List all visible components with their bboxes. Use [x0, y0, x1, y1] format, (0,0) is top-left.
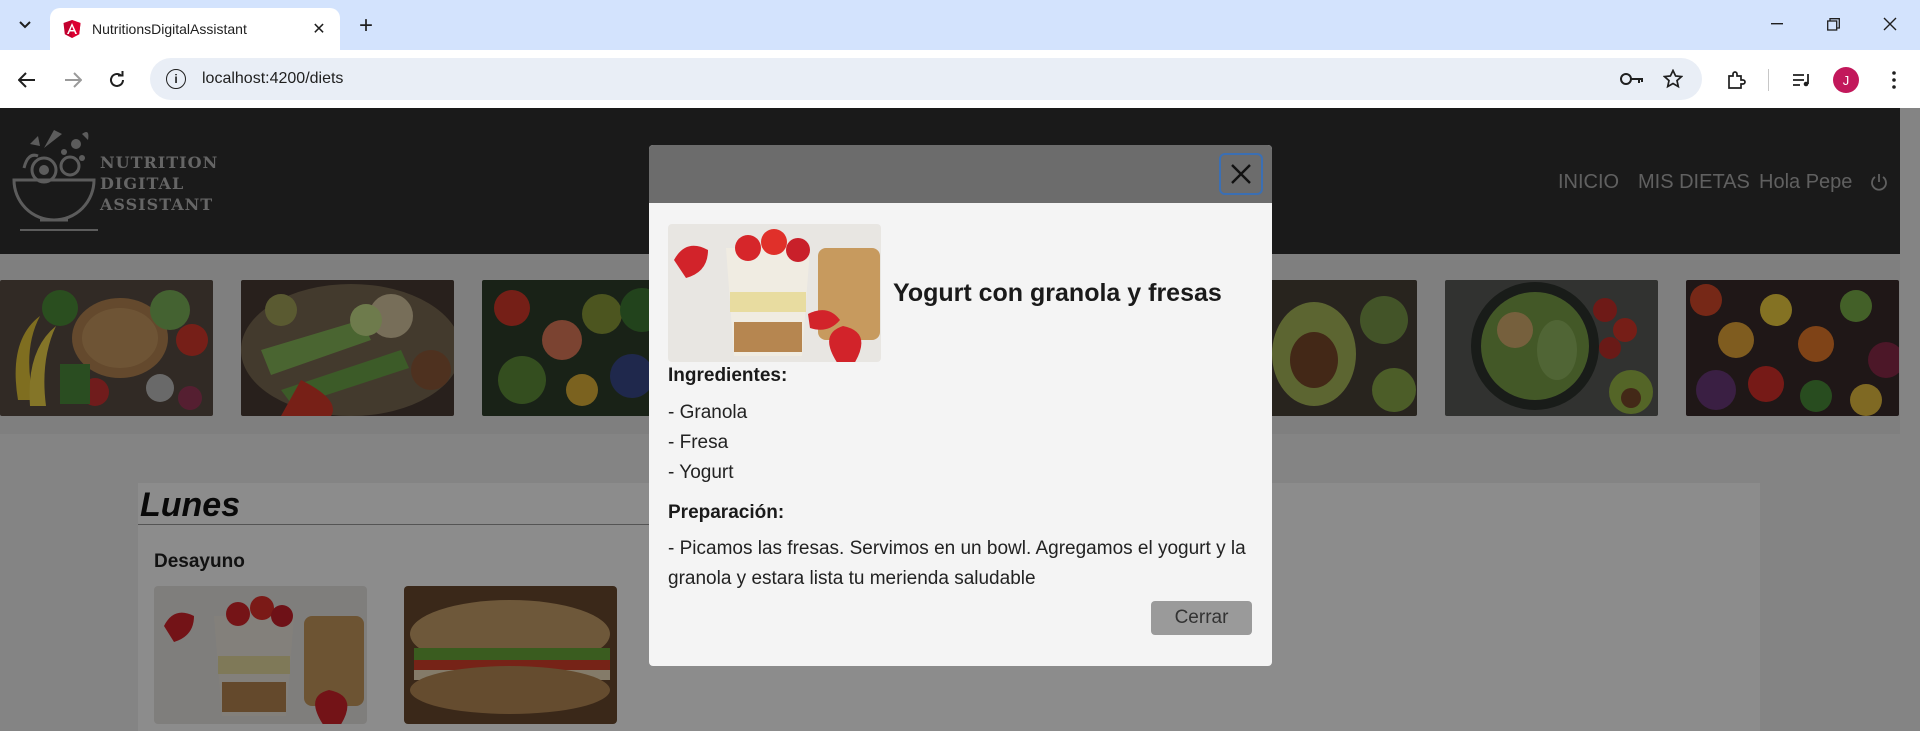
- modal-header: [649, 145, 1272, 203]
- recipe-title: Yogurt con granola y fresas: [893, 279, 1222, 307]
- preparation-text: - Picamos las fresas. Servimos en un bow…: [668, 538, 1246, 589]
- tab-search-chevron-icon[interactable]: [10, 10, 40, 40]
- ingredients-label: Ingredientes:: [668, 365, 788, 386]
- address-bar[interactable]: i localhost:4200/diets: [150, 58, 1702, 100]
- recipe-image: [668, 224, 881, 362]
- forward-icon[interactable]: [55, 62, 91, 98]
- modal-close-x-icon[interactable]: [1219, 153, 1263, 195]
- browser-tab[interactable]: NutritionsDigitalAssistant ✕: [50, 8, 340, 50]
- new-tab-icon[interactable]: +: [352, 12, 380, 40]
- back-icon[interactable]: [9, 62, 45, 98]
- browser-tab-bar: NutritionsDigitalAssistant ✕ +: [0, 0, 1920, 50]
- recipe-modal: Yogurt con granola y fresas Ingredientes…: [649, 145, 1272, 666]
- password-key-icon[interactable]: [1620, 67, 1644, 91]
- reload-icon[interactable]: [99, 62, 135, 98]
- browser-toolbar: i localhost:4200/diets: [0, 50, 1920, 108]
- minimize-icon[interactable]: [1757, 8, 1797, 40]
- close-button[interactable]: Cerrar: [1151, 601, 1252, 635]
- window-close-icon[interactable]: [1870, 8, 1910, 40]
- preparation-label: Preparación:: [668, 502, 785, 523]
- page-content: NUTRITION DIGITAL ASSISTANT INICIO MIS D…: [0, 108, 1920, 731]
- ingredient-item: - Granola: [668, 402, 748, 423]
- ingredient-item: - Fresa: [668, 432, 729, 453]
- url-text: localhost:4200/diets: [202, 70, 344, 87]
- restore-icon[interactable]: [1813, 8, 1853, 40]
- profile-avatar[interactable]: J: [1833, 67, 1859, 93]
- media-control-icon[interactable]: [1788, 66, 1816, 94]
- ingredient-item: - Yogurt: [668, 462, 734, 483]
- chrome-menu-icon[interactable]: [1880, 66, 1908, 94]
- toolbar-separator: [1768, 69, 1769, 91]
- angular-icon: [63, 20, 81, 38]
- tab-close-icon[interactable]: ✕: [308, 18, 330, 40]
- bookmark-star-icon[interactable]: [1661, 67, 1685, 91]
- tab-title: NutritionsDigitalAssistant: [92, 21, 247, 37]
- site-info-icon[interactable]: i: [166, 69, 186, 89]
- extensions-icon[interactable]: [1722, 66, 1750, 94]
